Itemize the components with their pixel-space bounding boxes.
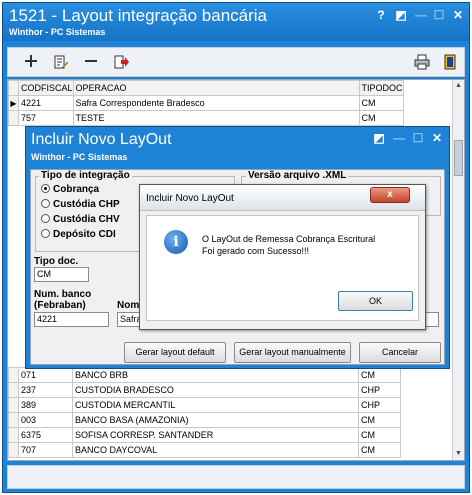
cell-codfiscal: 707: [18, 442, 73, 458]
cell-tipodoc: CHP: [358, 397, 401, 413]
table-row[interactable]: 237 CUSTODIA BRADESCO CHP: [8, 382, 401, 398]
dialog-message-line-2: Foi gerado com Sucesso!!!: [202, 246, 310, 256]
table-row[interactable]: 071 BANCO BRB CM: [8, 367, 401, 383]
layout-table-lower: 071 BANCO BRB CM 237 CUSTODIA BRADESCO C…: [8, 367, 401, 458]
incluir-title: Incluir Novo LayOut: [31, 131, 172, 148]
dialog-message-line-1: O LayOut de Remessa Cobrança Escritural: [202, 234, 376, 244]
tipo-doc-label: Tipo doc.: [34, 256, 79, 267]
status-bar: [7, 465, 465, 489]
cell-operacao: BANCO DAYCOVAL: [72, 442, 359, 458]
incluir-subtitle: Winthor - PC Sistemas: [31, 152, 128, 162]
dialog-close-button[interactable]: x: [370, 187, 410, 203]
num-banco-label: Num. banco: [34, 289, 92, 300]
gerar-layout-default-button[interactable]: Gerar layout default: [124, 342, 226, 363]
radio-custodia-chv[interactable]: Custódia CHV: [41, 214, 120, 225]
toolbar: [7, 47, 465, 77]
cell-tipodoc: CM: [358, 442, 401, 458]
cell-operacao: SOFISA CORRESP. SANTANDER: [72, 427, 359, 443]
cell-operacao: BANCO BRB: [72, 367, 359, 383]
scroll-down-icon[interactable]: ▼: [453, 448, 464, 460]
cell-tipodoc: CM: [358, 427, 401, 443]
layout-table: CODFISCAL OPERACAO TIPODOC ▶ 4221 Safra …: [8, 80, 404, 126]
cell-codfiscal: 003: [18, 412, 73, 428]
tipo-integracao-label: Tipo de integração: [39, 170, 132, 181]
cell-operacao: CUSTODIA BRADESCO: [72, 382, 359, 398]
cell-codfiscal: 389: [18, 397, 73, 413]
current-row-indicator-icon: ▶: [8, 95, 19, 111]
maximize-icon[interactable]: ☐: [432, 8, 446, 22]
ok-button[interactable]: OK: [338, 291, 413, 311]
cell-operacao: Safra Correspondente Bradesco: [72, 95, 360, 111]
message-dialog: Incluir Novo LayOut x i O LayOut de Reme…: [139, 184, 426, 330]
maximize-icon[interactable]: ☐: [411, 131, 425, 145]
minus-icon[interactable]: [82, 54, 100, 72]
main-subtitle: Winthor - PC Sistemas: [9, 27, 106, 37]
dialog-message: O LayOut de Remessa Cobrança Escritural …: [202, 233, 375, 257]
cell-codfiscal: 4221: [18, 95, 74, 111]
radio-cobranca[interactable]: Cobrança: [41, 184, 99, 195]
restore-layout-icon[interactable]: ◩: [372, 131, 386, 145]
column-header-codfiscal[interactable]: CODFISCAL: [18, 80, 74, 96]
radio-deposito-cdi[interactable]: Depósito CDI: [41, 229, 116, 240]
cell-tipodoc: CM: [358, 95, 404, 111]
table-header: CODFISCAL OPERACAO TIPODOC: [8, 80, 404, 96]
num-banco-field[interactable]: 4221: [34, 312, 109, 327]
info-icon: i: [164, 230, 188, 254]
table-row[interactable]: 707 BANCO DAYCOVAL CM: [8, 442, 401, 458]
minimize-icon[interactable]: —: [414, 8, 428, 22]
cell-operacao: BANCO BASA (AMAZONIA): [72, 412, 359, 428]
exit-icon[interactable]: [112, 54, 130, 72]
tipo-doc-field[interactable]: CM: [34, 267, 89, 282]
scroll-thumb[interactable]: [454, 140, 463, 176]
print-icon[interactable]: [413, 54, 431, 72]
radio-icon: [41, 199, 50, 208]
cell-tipodoc: CM: [358, 412, 401, 428]
column-header-tipodoc[interactable]: TIPODOC: [358, 80, 404, 96]
cell-codfiscal: 237: [18, 382, 73, 398]
main-titlebar: 1521 - Layout integração bancária Wintho…: [3, 3, 469, 41]
vertical-scrollbar[interactable]: ▲ ▼: [452, 80, 464, 460]
help-icon[interactable]: ?: [374, 8, 388, 22]
cell-operacao: TESTE: [72, 110, 360, 126]
radio-selected-icon: [41, 184, 50, 193]
plus-icon[interactable]: [22, 54, 40, 72]
cell-tipodoc: CM: [358, 367, 401, 383]
table-row[interactable]: ▶ 4221 Safra Correspondente Bradesco CM: [8, 95, 404, 111]
table-row[interactable]: 757 TESTE CM: [8, 110, 404, 126]
dialog-titlebar: Incluir Novo LayOut x: [140, 185, 425, 211]
radio-icon: [41, 214, 50, 223]
radio-icon: [41, 229, 50, 238]
close-door-icon[interactable]: [441, 54, 459, 72]
cell-tipodoc: CHP: [358, 382, 401, 398]
cell-codfiscal: 071: [18, 367, 73, 383]
cell-operacao: CUSTODIA MERCANTIL: [72, 397, 359, 413]
minimize-icon[interactable]: —: [392, 131, 406, 145]
close-icon[interactable]: ✕: [451, 8, 465, 22]
edit-document-icon[interactable]: [52, 54, 70, 72]
scroll-up-icon[interactable]: ▲: [453, 80, 464, 92]
restore-layout-icon[interactable]: ◩: [394, 8, 408, 22]
table-row[interactable]: 003 BANCO BASA (AMAZONIA) CM: [8, 412, 401, 428]
cell-codfiscal: 757: [18, 110, 74, 126]
num-banco-label-febraban: (Febraban): [34, 300, 86, 311]
cancel-button[interactable]: Cancelar: [359, 342, 441, 363]
dialog-title: Incluir Novo LayOut: [146, 193, 234, 204]
cell-codfiscal: 6375: [18, 427, 73, 443]
versao-label: Versão arquivo .XML: [246, 170, 349, 181]
radio-custodia-chp[interactable]: Custódia CHP: [41, 199, 120, 210]
table-row[interactable]: 389 CUSTODIA MERCANTIL CHP: [8, 397, 401, 413]
main-title: 1521 - Layout integração bancária: [9, 6, 268, 25]
column-header-operacao[interactable]: OPERACAO: [72, 80, 360, 96]
table-row[interactable]: 6375 SOFISA CORRESP. SANTANDER CM: [8, 427, 401, 443]
gerar-layout-manual-button[interactable]: Gerar layout manualmente: [234, 342, 351, 363]
cell-tipodoc: CM: [358, 110, 404, 126]
close-icon[interactable]: ✕: [430, 131, 444, 145]
row-indicator-header: [8, 80, 19, 96]
